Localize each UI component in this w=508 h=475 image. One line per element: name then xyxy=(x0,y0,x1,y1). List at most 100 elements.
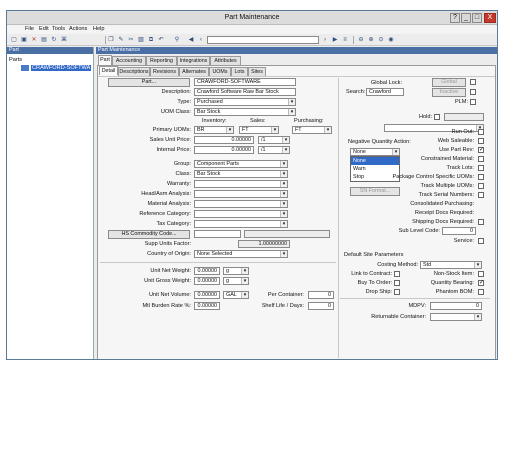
menu-tools[interactable]: Tools xyxy=(52,26,65,32)
refresh-icon[interactable]: ↻ xyxy=(50,36,58,44)
web-saleable-checkbox[interactable] xyxy=(478,138,484,144)
drop-ship-checkbox[interactable] xyxy=(394,289,400,295)
group-dropdown[interactable]: Component Parts ▾ xyxy=(194,160,288,168)
unit-net-weight-uom-dropdown[interactable]: g ▾ xyxy=(223,267,249,275)
sales-price-per-dropdown[interactable]: /1 ▾ xyxy=(258,136,290,144)
mtl-burden-rate-field[interactable]: 0.00000 xyxy=(194,302,220,310)
menu-help[interactable]: Help xyxy=(93,26,105,32)
tree-item-crawford[interactable]: CRAWFORD-SOFTWA xyxy=(31,65,92,71)
copy-icon[interactable]: ❐ xyxy=(107,36,115,44)
part-number-field[interactable]: CRAWFORD-SOFTWARE xyxy=(194,78,296,86)
prev-record-icon[interactable]: ‹ xyxy=(197,36,205,44)
search-field[interactable]: Crawford xyxy=(366,88,404,96)
run-out-checkbox[interactable] xyxy=(478,129,484,135)
delete-icon[interactable]: ✕ xyxy=(30,36,38,44)
shipping-docs-required-checkbox[interactable] xyxy=(478,219,484,225)
constrained-material-checkbox[interactable] xyxy=(478,156,484,162)
sub-level-code-field[interactable]: 0 xyxy=(442,227,476,235)
purchasing-uom-dropdown[interactable]: FT ▾ xyxy=(292,126,332,134)
next-icon[interactable]: ⊙ xyxy=(377,36,385,44)
cut-icon[interactable]: ✂ xyxy=(127,36,135,44)
stop-icon[interactable]: ◉ xyxy=(387,36,395,44)
mdpv-field[interactable]: 0 xyxy=(430,302,482,310)
description-field[interactable]: Crawford Software Raw Bar Stock xyxy=(194,88,296,96)
unit-net-volume-uom-dropdown[interactable]: GAL ▾ xyxy=(223,291,249,299)
subtab-alternates[interactable]: Alternates xyxy=(179,67,209,76)
shelf-life-field[interactable]: 0 xyxy=(308,302,334,310)
head-asm-analysis-dropdown[interactable]: ▾ xyxy=(194,190,288,198)
hs-commodity-code-field[interactable] xyxy=(194,230,241,238)
inactive-checkbox[interactable] xyxy=(470,89,476,95)
edit-icon[interactable]: ✎ xyxy=(117,36,125,44)
returnable-container-dropdown[interactable]: ▾ xyxy=(430,313,482,321)
service-checkbox[interactable] xyxy=(478,238,484,244)
unit-net-volume-field[interactable]: 0.00000 xyxy=(194,291,220,299)
minimize-button[interactable]: _ xyxy=(461,13,471,23)
hs-commodity-code-button[interactable]: HS Commodity Code... xyxy=(108,230,190,239)
tab-accounting[interactable]: Accounting xyxy=(112,56,146,65)
subtab-descriptions[interactable]: Descriptions xyxy=(118,67,150,76)
per-container-field[interactable]: 0 xyxy=(308,291,334,299)
option-none[interactable]: None xyxy=(351,157,399,165)
undo-icon[interactable]: ↶ xyxy=(157,36,165,44)
next-record-icon[interactable]: › xyxy=(321,36,329,44)
plm-checkbox[interactable] xyxy=(470,99,476,105)
track-serial-numbers-checkbox[interactable] xyxy=(478,192,484,198)
menu-file[interactable]: File xyxy=(25,26,34,32)
supp-units-factor-field[interactable]: 1.00000000 xyxy=(238,240,290,248)
costing-method-dropdown[interactable]: Std ▾ xyxy=(420,261,482,269)
reference-category-dropdown[interactable]: ▾ xyxy=(194,210,288,218)
new-icon[interactable]: ▢ xyxy=(10,36,18,44)
close-button[interactable]: X xyxy=(484,13,496,23)
non-stock-item-checkbox[interactable] xyxy=(478,271,484,277)
class-dropdown[interactable]: Bar Stock ▾ xyxy=(194,170,288,178)
inactive-button[interactable]: Inactive xyxy=(432,88,466,97)
buy-to-order-checkbox[interactable] xyxy=(394,280,400,286)
warranty-dropdown[interactable]: ▾ xyxy=(194,180,288,188)
link-to-contract-checkbox[interactable] xyxy=(394,271,400,277)
unit-net-weight-field[interactable]: 0.00000 xyxy=(194,267,220,275)
first-record-icon[interactable]: ◀ xyxy=(187,36,195,44)
duplicate-icon[interactable]: ⧉ xyxy=(147,36,155,44)
sales-unit-price-field[interactable]: 0.00000 xyxy=(194,136,254,144)
track-lots-checkbox[interactable] xyxy=(478,165,484,171)
negative-qty-action-dropdown[interactable]: None ▾ xyxy=(350,148,400,156)
last-record-icon[interactable]: ▶ xyxy=(331,36,339,44)
attachment-icon[interactable]: ⌘ xyxy=(60,36,68,44)
record-navigator-field[interactable] xyxy=(207,36,319,44)
material-analysis-dropdown[interactable]: ▾ xyxy=(194,200,288,208)
tab-part[interactable]: Part xyxy=(98,55,112,65)
binoculars-icon[interactable]: ⚲ xyxy=(173,36,181,44)
inventory-uom-dropdown[interactable]: BR ▾ xyxy=(194,126,234,134)
subtab-lots[interactable]: Lots xyxy=(231,67,248,76)
paste-icon[interactable]: ▧ xyxy=(137,36,145,44)
list-icon[interactable]: ≡ xyxy=(341,36,349,44)
type-dropdown[interactable]: Purchased ▾ xyxy=(194,98,296,106)
hold-checkbox[interactable] xyxy=(434,114,440,120)
forward-icon[interactable]: ⊕ xyxy=(367,36,375,44)
print-icon[interactable]: ▤ xyxy=(40,36,48,44)
menu-edit[interactable]: Edit xyxy=(39,26,49,32)
internal-price-field[interactable]: 0.00000 xyxy=(194,146,254,154)
tab-reporting[interactable]: Reporting xyxy=(146,56,177,65)
back-icon[interactable]: ⊖ xyxy=(357,36,365,44)
option-warn[interactable]: Warn xyxy=(351,165,399,173)
help-button[interactable]: ? xyxy=(450,13,460,23)
subtab-sites[interactable]: Sites xyxy=(248,67,266,76)
internal-price-per-dropdown[interactable]: /1 ▾ xyxy=(258,146,290,154)
unit-gross-weight-uom-dropdown[interactable]: g ▾ xyxy=(223,277,249,285)
package-control-uoms-checkbox[interactable] xyxy=(478,174,484,180)
sales-uom-dropdown[interactable]: FT ▾ xyxy=(239,126,279,134)
sn-format-button[interactable]: SN Format... xyxy=(350,187,400,196)
subtab-uoms[interactable]: UOMs xyxy=(209,67,231,76)
country-of-origin-dropdown[interactable]: None Selected ▾ xyxy=(194,250,288,258)
tab-integrations[interactable]: Integrations xyxy=(177,56,210,65)
global-checkbox[interactable] xyxy=(470,79,476,85)
tree-root-parts[interactable]: Parts xyxy=(9,57,22,63)
phantom-bom-checkbox[interactable] xyxy=(478,289,484,295)
use-part-rev-checkbox[interactable]: ✓ xyxy=(478,147,484,153)
maximize-button[interactable]: □ xyxy=(472,13,482,23)
tax-category-dropdown[interactable]: ▾ xyxy=(194,220,288,228)
tab-attributes[interactable]: Attributes xyxy=(210,56,241,65)
part-button[interactable]: Part... xyxy=(108,78,190,87)
